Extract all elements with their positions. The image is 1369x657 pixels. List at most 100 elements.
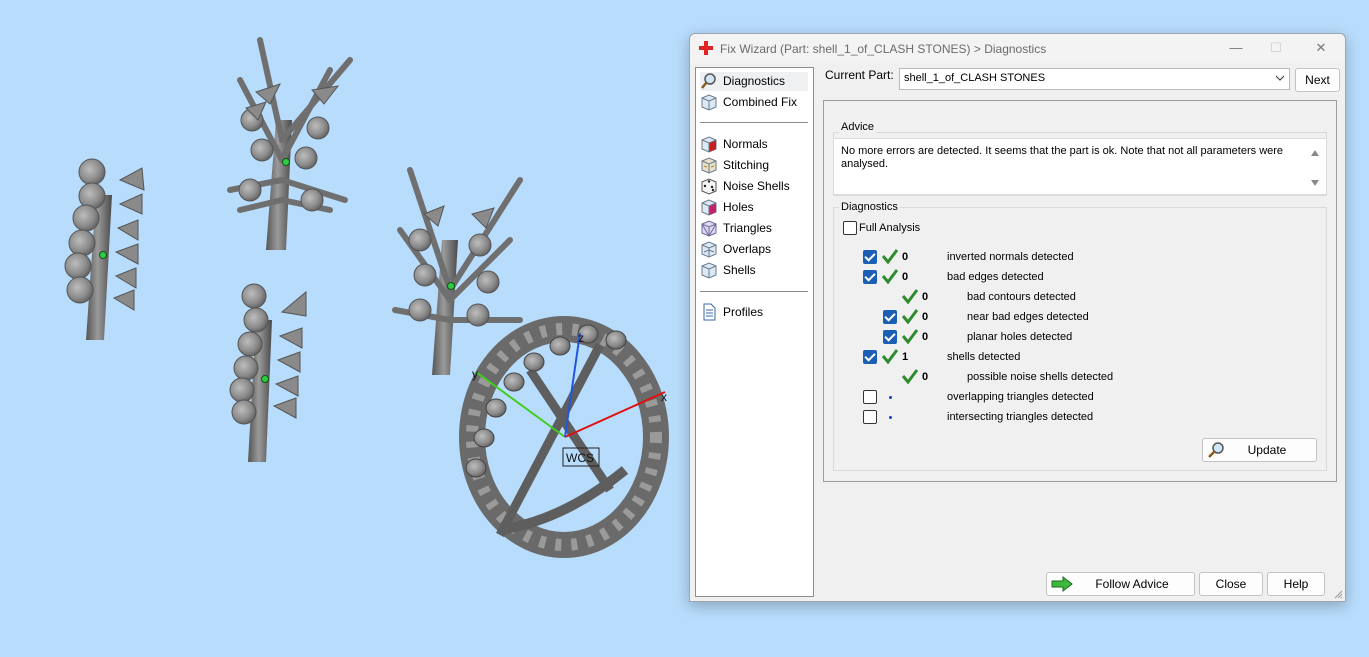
advice-textbox[interactable]: No more errors are detected. It seems th… <box>833 138 1327 195</box>
chevron-down-icon <box>1275 75 1285 81</box>
support-tree-model[interactable] <box>64 158 145 340</box>
nav-item-combined-fix[interactable]: Combined Fix <box>700 93 808 112</box>
shells-cube-icon <box>701 262 717 279</box>
dice-icon <box>701 178 717 195</box>
status-dot <box>889 416 892 419</box>
document-icon <box>703 303 716 321</box>
magnifier-icon <box>1208 442 1224 458</box>
green-check-icon <box>902 309 918 324</box>
cube-icon <box>701 94 717 111</box>
diag-row-checkbox[interactable] <box>863 410 877 424</box>
diag-label: planar holes detected <box>967 331 1073 343</box>
diagnostics-group-title: Diagnostics <box>839 201 900 213</box>
diag-count: 0 <box>922 311 929 323</box>
scroll-down-icon[interactable] <box>1310 179 1320 187</box>
diag-count: 0 <box>922 371 929 383</box>
x-axis-label: x <box>661 390 667 404</box>
follow-advice-button[interactable]: Follow Advice <box>1046 572 1195 596</box>
nav-label: Holes <box>723 200 754 214</box>
nav-item-holes[interactable]: Holes <box>700 198 808 217</box>
green-check-icon <box>882 249 898 264</box>
triangles-cube-icon <box>701 220 717 237</box>
nav-label: Normals <box>723 137 768 151</box>
y-axis-label: y <box>472 367 478 381</box>
nav-item-diagnostics[interactable]: Diagnostics <box>700 72 808 91</box>
wcs-label: WCS <box>566 451 594 465</box>
close-button[interactable]: Close <box>1199 572 1263 596</box>
update-button[interactable]: Update <box>1202 438 1317 462</box>
dialog-title: Fix Wizard (Part: shell_1_of_CLASH STONE… <box>720 42 1047 56</box>
current-part-select[interactable]: shell_1_of_CLASH STONES <box>899 68 1290 90</box>
follow-advice-label: Follow Advice <box>1095 577 1169 591</box>
diag-count: 0 <box>902 271 909 283</box>
nav-label: Combined Fix <box>723 95 798 109</box>
diag-label: near bad edges detected <box>967 311 1089 323</box>
nav-item-noise-shells[interactable]: Noise Shells <box>700 177 808 196</box>
nav-item-stitching[interactable]: Stitching <box>700 156 808 175</box>
nav-divider <box>700 122 808 123</box>
z-axis-label: z <box>578 331 584 345</box>
green-check-icon <box>902 369 918 384</box>
nav-label: Shells <box>723 263 756 277</box>
nav-label: Diagnostics <box>723 74 786 88</box>
green-check-icon <box>882 349 898 364</box>
nav-item-shells[interactable]: Shells <box>700 261 808 280</box>
current-part-label: Current Part: <box>825 68 894 82</box>
diag-count: 0 <box>922 331 929 343</box>
fix-wizard-dialog: Fix Wizard (Part: shell_1_of_CLASH STONE… <box>689 33 1346 602</box>
wizard-nav: Diagnostics Combined Fix Normals Stitchi… <box>695 67 814 597</box>
nav-item-normals[interactable]: Normals <box>700 135 808 154</box>
diag-row-checkbox[interactable] <box>863 350 877 364</box>
green-check-icon <box>882 269 898 284</box>
overlaps-cube-icon <box>701 241 717 258</box>
diag-row-checkbox[interactable] <box>863 250 877 264</box>
normals-cube-icon <box>701 136 717 153</box>
holes-cube-icon <box>701 199 717 216</box>
maximize-button[interactable]: ☐ <box>1266 39 1286 57</box>
support-tree-model[interactable] <box>229 283 307 462</box>
diag-label: bad contours detected <box>967 291 1076 303</box>
scroll-up-icon[interactable] <box>1310 149 1320 157</box>
nav-item-triangles[interactable]: Triangles <box>700 219 808 238</box>
diag-count: 1 <box>902 351 909 363</box>
advice-group-title: Advice <box>839 121 877 133</box>
next-button[interactable]: Next <box>1295 68 1340 92</box>
red-cross-icon <box>699 41 713 55</box>
dialog-titlebar[interactable]: Fix Wizard (Part: shell_1_of_CLASH STONE… <box>690 34 1345 63</box>
diag-row-checkbox[interactable] <box>883 330 897 344</box>
green-check-icon <box>902 329 918 344</box>
nav-divider <box>700 291 808 292</box>
nav-label: Overlaps <box>723 242 772 256</box>
diag-count: 0 <box>922 291 929 303</box>
diag-count: 0 <box>902 251 909 263</box>
full-analysis-checkbox[interactable] <box>843 221 857 235</box>
nav-label: Profiles <box>723 305 764 319</box>
stitching-cube-icon <box>701 157 717 174</box>
nav-label: Stitching <box>723 158 770 172</box>
diag-label: inverted normals detected <box>947 251 1074 263</box>
resize-grip-icon[interactable] <box>1333 589 1343 599</box>
diag-row-checkbox[interactable] <box>883 310 897 324</box>
magnifier-icon <box>701 73 716 89</box>
diag-label: bad edges detected <box>947 271 1044 283</box>
diag-row-checkbox[interactable] <box>863 270 877 284</box>
minimize-button[interactable]: — <box>1226 39 1246 57</box>
diag-row-checkbox[interactable] <box>863 390 877 404</box>
green-arrow-icon <box>1051 576 1073 592</box>
diag-label: overlapping triangles detected <box>947 391 1094 403</box>
diag-label: shells detected <box>947 351 1021 363</box>
help-button[interactable]: Help <box>1267 572 1325 596</box>
nav-item-profiles[interactable]: Profiles <box>700 303 808 322</box>
advice-text: No more errors are detected. It seems th… <box>841 145 1284 170</box>
diag-label: possible noise shells detected <box>967 371 1114 383</box>
update-label: Update <box>1247 443 1287 457</box>
support-tree-model[interactable] <box>227 37 353 250</box>
full-analysis-label: Full Analysis <box>859 222 921 234</box>
status-dot <box>889 396 892 399</box>
close-window-button[interactable]: ✕ <box>1311 39 1331 57</box>
nav-label: Noise Shells <box>723 179 790 193</box>
green-check-icon <box>902 289 918 304</box>
nav-item-overlaps[interactable]: Overlaps <box>700 240 808 259</box>
nav-label: Triangles <box>723 221 772 235</box>
diag-label: intersecting triangles detected <box>947 411 1094 423</box>
